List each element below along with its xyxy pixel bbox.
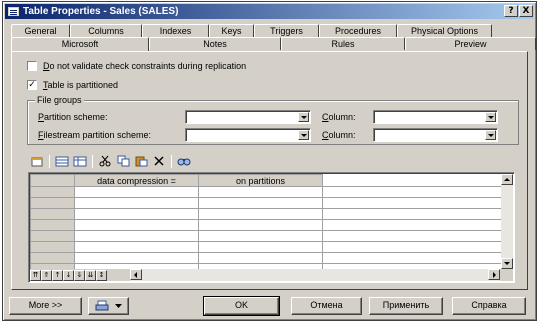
- column-header-on-partitions[interactable]: on partitions: [198, 174, 323, 187]
- tab-microsoft[interactable]: Microsoft: [11, 37, 149, 51]
- help-title-button[interactable]: ?: [504, 5, 518, 17]
- column-label: Column:: [322, 112, 356, 122]
- tab-general[interactable]: General: [11, 24, 70, 37]
- vertical-scrollbar[interactable]: [501, 174, 513, 269]
- table-row[interactable]: [30, 219, 503, 231]
- move-down-icon[interactable]: ↓: [63, 269, 74, 281]
- column-header-data-compression[interactable]: data compression =: [74, 174, 199, 187]
- scroll-down-icon[interactable]: [501, 258, 513, 269]
- filestream-scheme-select[interactable]: [185, 128, 311, 142]
- row-header-column: [30, 174, 75, 187]
- scroll-up-icon[interactable]: [501, 174, 513, 185]
- move-up-page-icon[interactable]: ⇑: [41, 269, 52, 281]
- move-all-icon[interactable]: ↕: [96, 269, 107, 281]
- filestream-scheme-label: Filestream partition scheme:: [38, 130, 152, 140]
- print-menu-button[interactable]: [88, 297, 129, 315]
- scroll-right-icon[interactable]: [488, 269, 500, 280]
- title-bar[interactable]: Table Properties - Sales (SALES) ? X: [5, 4, 534, 19]
- partition-scheme-label: Partition scheme:: [38, 112, 108, 122]
- cancel-button[interactable]: Отмена: [291, 297, 362, 315]
- horizontal-scrollbar[interactable]: [130, 269, 500, 281]
- column-select[interactable]: [373, 110, 498, 124]
- more-button[interactable]: More >>: [9, 297, 82, 315]
- paste-icon[interactable]: [133, 154, 149, 168]
- move-down-page-icon[interactable]: ⇓: [74, 269, 85, 281]
- toolbar-separator: [49, 154, 50, 168]
- ok-button[interactable]: OK: [203, 296, 280, 316]
- close-button[interactable]: X: [519, 5, 533, 17]
- chevron-down-icon[interactable]: [485, 130, 496, 140]
- tab-rules[interactable]: Rules: [281, 37, 405, 50]
- table-row[interactable]: [30, 230, 503, 242]
- help-button[interactable]: Справка: [452, 297, 526, 315]
- table-row[interactable]: [30, 208, 503, 220]
- column2-select[interactable]: [373, 128, 498, 142]
- toolbar-separator: [171, 154, 172, 168]
- table-row[interactable]: [30, 241, 503, 253]
- column-header-empty: [322, 174, 503, 187]
- tab-keys[interactable]: Keys: [209, 24, 254, 37]
- properties-icon[interactable]: [29, 154, 45, 168]
- copy-icon[interactable]: [115, 154, 131, 168]
- partitioned-label: Table is partitioned: [43, 80, 119, 90]
- partition-grid[interactable]: data compression = on partitions ⇈ ⇑ ↑ ↓…: [28, 172, 515, 283]
- apply-button[interactable]: Применить: [369, 297, 443, 315]
- move-top-icon[interactable]: ⇈: [30, 269, 41, 281]
- tab-indexes[interactable]: Indexes: [142, 24, 209, 37]
- tab-columns[interactable]: Columns: [70, 24, 142, 37]
- partition-scheme-select[interactable]: [185, 110, 311, 124]
- chevron-down-icon[interactable]: [485, 112, 496, 122]
- printer-icon: [95, 300, 109, 311]
- find-icon[interactable]: [176, 154, 192, 168]
- tab-procedures[interactable]: Procedures: [319, 24, 397, 37]
- tab-triggers[interactable]: Triggers: [254, 24, 319, 37]
- partitioned-checkbox[interactable]: ✓: [27, 80, 37, 90]
- toolbar-separator: [92, 154, 93, 168]
- no-validate-checkbox[interactable]: [27, 61, 37, 71]
- move-bottom-icon[interactable]: ⇊: [85, 269, 96, 281]
- table-row[interactable]: [30, 197, 503, 209]
- tab-physical-options[interactable]: Physical Options: [397, 24, 492, 37]
- window-title: Table Properties - Sales (SALES): [23, 6, 179, 17]
- grid-table: data compression = on partitions: [30, 174, 503, 275]
- grid-navigation-bar: ⇈ ⇑ ↑ ↓ ⇓ ⇊ ↕: [30, 269, 513, 281]
- delete-icon[interactable]: [151, 154, 167, 168]
- tab-notes[interactable]: Notes: [149, 37, 281, 50]
- tab-row-front: Microsoft Notes Rules Preview: [11, 37, 536, 51]
- column2-label: Column:: [322, 130, 356, 140]
- list-toolbar: [29, 153, 194, 169]
- scroll-left-icon[interactable]: [130, 269, 142, 280]
- file-groups-label: File groups: [35, 95, 84, 105]
- grid-header-row: data compression = on partitions: [30, 174, 503, 187]
- table-row[interactable]: [30, 252, 503, 264]
- chevron-down-icon[interactable]: [298, 130, 309, 140]
- tab-preview[interactable]: Preview: [405, 37, 536, 50]
- add-row-icon[interactable]: [72, 154, 88, 168]
- no-validate-option[interactable]: Do not validate check constraints during…: [27, 61, 246, 71]
- table-row[interactable]: [30, 186, 503, 198]
- partitioned-option[interactable]: ✓ Table is partitioned: [27, 80, 118, 90]
- chevron-down-icon: [115, 303, 122, 308]
- table-properties-dialog: Table Properties - Sales (SALES) ? X Gen…: [2, 1, 537, 321]
- no-validate-label: Do not validate check constraints during…: [43, 61, 247, 71]
- chevron-down-icon[interactable]: [298, 112, 309, 122]
- insert-row-icon[interactable]: [54, 154, 70, 168]
- move-up-icon[interactable]: ↑: [52, 269, 63, 281]
- table-icon: [8, 7, 19, 16]
- cut-icon[interactable]: [97, 154, 113, 168]
- tab-row-back: General Columns Indexes Keys Triggers Pr…: [11, 24, 492, 37]
